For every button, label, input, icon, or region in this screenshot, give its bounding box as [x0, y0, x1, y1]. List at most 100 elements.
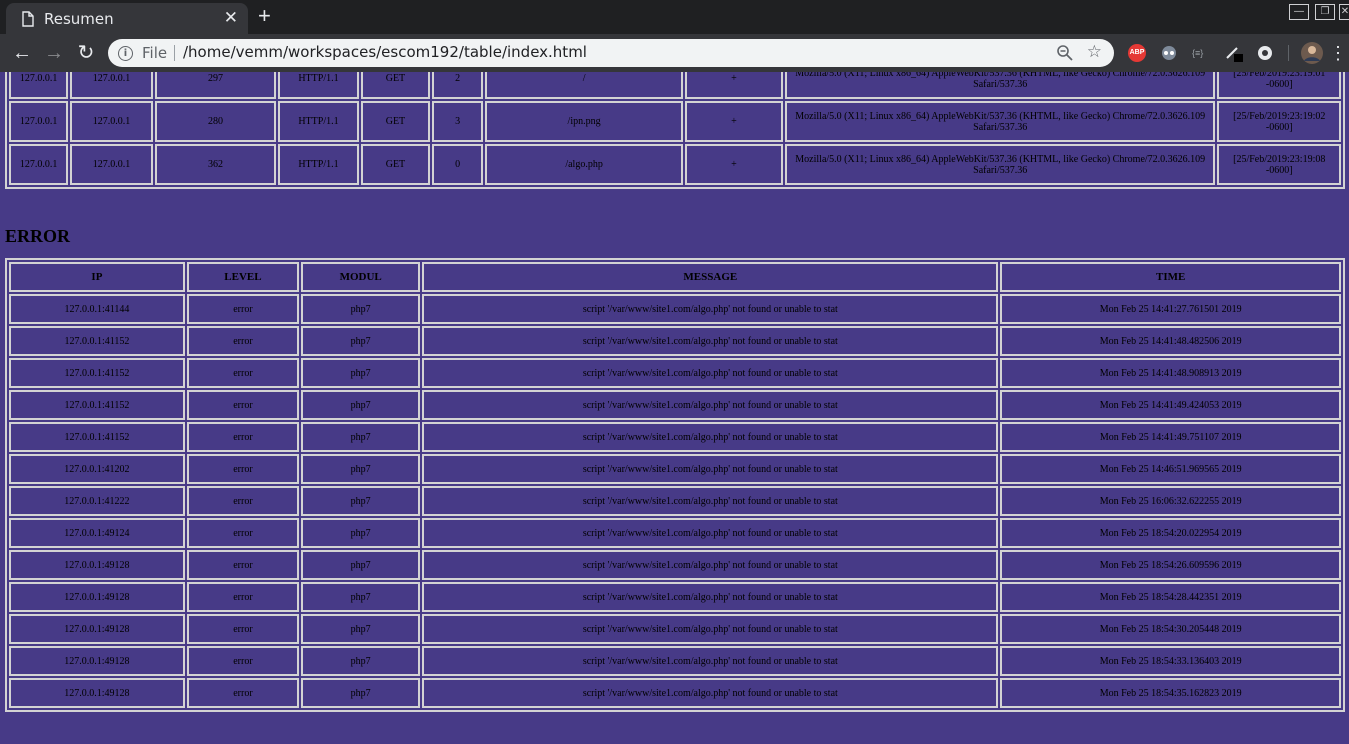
- table-cell: Mon Feb 25 14:41:48.482506 2019: [1000, 326, 1341, 356]
- table-cell: /: [485, 72, 684, 99]
- table-cell: 127.0.0.1:49128: [9, 678, 185, 708]
- table-cell: Mon Feb 25 14:46:51.969565 2019: [1000, 454, 1341, 484]
- table-cell: HTTP/1.1: [278, 101, 359, 142]
- table-cell: Mon Feb 25 14:41:49.424053 2019: [1000, 390, 1341, 420]
- table-cell: php7: [301, 390, 421, 420]
- pen-extension-icon[interactable]: [1224, 44, 1244, 62]
- table-row: 127.0.0.1:41222 error php7 script '/var/www…: [9, 486, 1341, 516]
- table-cell: Mon Feb 25 16:06:32.622255 2019: [1000, 486, 1341, 516]
- table-cell: Mon Feb 25 14:41:48.908913 2019: [1000, 358, 1341, 388]
- column-header-time: TIME: [1000, 262, 1341, 292]
- error-header-row: IP LEVEL MODUL MESSAGE TIME: [9, 262, 1341, 292]
- json-extension-icon[interactable]: {≡}: [1192, 44, 1212, 62]
- table-cell: 127.0.0.1:49128: [9, 614, 185, 644]
- menu-kebab-icon[interactable]: ⋮: [1326, 41, 1349, 65]
- toolbar-divider: [1288, 45, 1289, 61]
- table-cell: 127.0.0.1:41202: [9, 454, 185, 484]
- close-window-button[interactable]: ✕: [1339, 4, 1349, 20]
- table-row: 127.0.0.1:49128 error php7 script '/var/www…: [9, 614, 1341, 644]
- file-label: File: [142, 44, 168, 62]
- table-cell: error: [186, 454, 300, 484]
- table-cell: error: [186, 326, 300, 356]
- table-cell: 127.0.0.1:49128: [9, 646, 185, 676]
- table-cell: php7: [301, 422, 421, 452]
- table-row: 127.0.0.1:41152 error php7 script '/var/www…: [9, 358, 1341, 388]
- table-row: 127.0.0.1:41144 error php7 script '/var/www…: [9, 294, 1341, 324]
- spy-extension-icon[interactable]: [1160, 44, 1178, 62]
- tab-strip: Resumen ✕ + — ❐ ✕: [0, 0, 1349, 34]
- table-cell: 362: [154, 144, 277, 185]
- table-cell: script '/var/www/site1.com/algo.php' not…: [422, 390, 999, 420]
- error-heading: ERROR: [5, 226, 71, 246]
- reload-button[interactable]: ↻: [74, 41, 98, 65]
- table-cell: script '/var/www/site1.com/algo.php' not…: [422, 326, 999, 356]
- omnibox-separator: [174, 45, 175, 61]
- table-cell: php7: [301, 326, 421, 356]
- new-tab-button[interactable]: +: [258, 5, 271, 27]
- address-bar[interactable]: i File /home/vemm/workspaces/escom192/ta…: [108, 39, 1114, 67]
- table-cell: error: [186, 390, 300, 420]
- table-row: 127.0.0.1:49128 error php7 script '/var/www…: [9, 646, 1341, 676]
- table-cell: script '/var/www/site1.com/algo.php' not…: [422, 518, 999, 548]
- table-cell: php7: [301, 294, 421, 324]
- profile-avatar[interactable]: [1301, 42, 1323, 64]
- table-cell: php7: [301, 614, 421, 644]
- table-cell: GET: [360, 72, 431, 99]
- adblock-extension-icon[interactable]: ABP: [1128, 44, 1146, 62]
- maximize-button[interactable]: ❐: [1315, 4, 1335, 20]
- table-cell: [25/Feb/2019:23:19:01 -0600]: [1217, 72, 1341, 99]
- table-cell: Mon Feb 25 18:54:26.609596 2019: [1000, 550, 1341, 580]
- table-row: 127.0.0.1 127.0.0.1 297 HTTP/1.1 GET 2/+ Mozil…: [9, 72, 1341, 99]
- table-cell: GET: [360, 101, 431, 142]
- table-row: 127.0.0.1:41152 error php7 script '/var/www…: [9, 390, 1341, 420]
- table-cell: /algo.php: [485, 144, 684, 185]
- table-cell: script '/var/www/site1.com/algo.php' not…: [422, 422, 999, 452]
- table-cell: error: [186, 582, 300, 612]
- close-tab-icon[interactable]: ✕: [224, 9, 238, 27]
- table-cell: 127.0.0.1:41152: [9, 390, 185, 420]
- table-row: 127.0.0.1 127.0.0.1 362 HTTP/1.1 GET 0/algo.p…: [9, 144, 1341, 185]
- bookmark-star-icon[interactable]: ☆: [1087, 42, 1102, 62]
- table-cell: Mon Feb 25 18:54:33.136403 2019: [1000, 646, 1341, 676]
- table-cell: +: [685, 72, 783, 99]
- zoom-out-icon[interactable]: [1056, 44, 1074, 62]
- table-row: 127.0.0.1:41202 error php7 script '/var/www…: [9, 454, 1341, 484]
- access-log-table: 127.0.0.1 127.0.0.1 297 HTTP/1.1 GET 2/+ Mozil…: [5, 72, 1345, 189]
- table-cell: 127.0.0.1:41222: [9, 486, 185, 516]
- table-cell: +: [685, 101, 783, 142]
- table-cell: 127.0.0.1:41152: [9, 422, 185, 452]
- table-cell: 127.0.0.1:41144: [9, 294, 185, 324]
- url-text[interactable]: /home/vemm/workspaces/escom192/table/ind…: [183, 43, 587, 61]
- table-cell: script '/var/www/site1.com/algo.php' not…: [422, 294, 999, 324]
- forward-button[interactable]: →: [42, 41, 66, 65]
- table-cell: 0: [432, 144, 484, 185]
- back-button[interactable]: ←: [10, 41, 34, 65]
- table-cell: 127.0.0.1: [70, 144, 153, 185]
- table-cell: GET: [360, 144, 431, 185]
- circle-extension-icon[interactable]: [1256, 44, 1274, 62]
- table-cell: script '/var/www/site1.com/algo.php' not…: [422, 646, 999, 676]
- tab-resumen[interactable]: Resumen ✕: [6, 3, 248, 34]
- table-cell: Mon Feb 25 18:54:20.022954 2019: [1000, 518, 1341, 548]
- browser-toolbar: ← → ↻ i File /home/vemm/workspaces/escom…: [0, 34, 1349, 72]
- minimize-button[interactable]: —: [1289, 4, 1309, 20]
- table-row: 127.0.0.1:49128 error php7 script '/var/www…: [9, 678, 1341, 708]
- table-cell: 127.0.0.1: [9, 72, 69, 99]
- table-cell: script '/var/www/site1.com/algo.php' not…: [422, 614, 999, 644]
- table-cell: error: [186, 422, 300, 452]
- table-cell: HTTP/1.1: [278, 144, 359, 185]
- table-cell: /ipn.png: [485, 101, 684, 142]
- table-cell: [25/Feb/2019:23:19:08 -0600]: [1217, 144, 1341, 185]
- table-cell: Mon Feb 25 18:54:28.442351 2019: [1000, 582, 1341, 612]
- table-cell: error: [186, 294, 300, 324]
- info-icon[interactable]: i: [118, 46, 133, 61]
- table-row: 127.0.0.1 127.0.0.1 280 HTTP/1.1 GET 3/ipn.pn…: [9, 101, 1341, 142]
- tab-title: Resumen: [44, 10, 114, 28]
- table-cell: script '/var/www/site1.com/algo.php' not…: [422, 358, 999, 388]
- table-cell: 127.0.0.1:49128: [9, 550, 185, 580]
- table-cell: error: [186, 550, 300, 580]
- table-cell: 3: [432, 101, 484, 142]
- table-row: 127.0.0.1:41152 error php7 script '/var/www…: [9, 326, 1341, 356]
- table-cell: 127.0.0.1: [9, 101, 69, 142]
- table-cell: 127.0.0.1: [70, 101, 153, 142]
